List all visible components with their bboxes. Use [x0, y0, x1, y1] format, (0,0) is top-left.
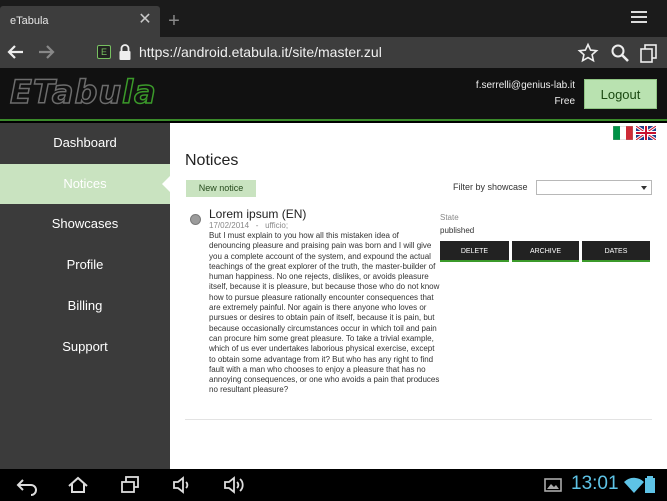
- etabula-logo: ETabula: [9, 72, 157, 112]
- logo-text: ETabu: [9, 72, 123, 112]
- sidebar-item-notices[interactable]: Notices: [0, 164, 170, 204]
- logout-button[interactable]: Logout: [584, 79, 657, 109]
- user-plan: Free: [554, 96, 575, 107]
- site-favicon-icon: E: [97, 45, 111, 59]
- notice-title[interactable]: Lorem ipsum (EN): [209, 207, 306, 221]
- filter-label: Filter by showcase: [453, 182, 528, 192]
- status-dot-icon[interactable]: [190, 214, 201, 225]
- sidebar-item-support[interactable]: Support: [0, 327, 170, 367]
- active-indicator-icon: [162, 176, 170, 192]
- sidebar-item-showcases[interactable]: Showcases: [0, 204, 170, 244]
- home-icon[interactable]: [66, 474, 90, 496]
- volume-down-icon[interactable]: [170, 474, 194, 496]
- chevron-down-icon: [641, 186, 647, 190]
- delete-button[interactable]: DELETE: [440, 241, 509, 262]
- sidebar-item-dashboard[interactable]: Dashboard: [0, 123, 170, 163]
- showcase-filter-select[interactable]: [536, 180, 652, 195]
- user-email: f.serrelli@genius-lab.it: [475, 80, 575, 91]
- sidebar-item-label: Notices: [63, 176, 107, 191]
- app-header: ETabula f.serrelli@genius-lab.it Free Lo…: [0, 68, 667, 121]
- notice-divider: [185, 419, 652, 420]
- state-value: published: [440, 226, 475, 235]
- sidebar-item-profile[interactable]: Profile: [0, 245, 170, 285]
- notice-meta: 17/02/2014 - ufficio;: [209, 221, 288, 230]
- sidebar: Dashboard Notices Showcases Profile Bill…: [0, 123, 170, 469]
- browser-tab-strip: eTabula ✕ +: [0, 0, 667, 37]
- tab-switcher-icon[interactable]: [638, 42, 660, 64]
- state-label: State: [440, 213, 459, 222]
- page-title: Notices: [185, 152, 239, 169]
- url-field[interactable]: https://android.etabula.it/site/master.z…: [139, 44, 382, 60]
- new-notice-button[interactable]: New notice: [186, 180, 256, 197]
- notice-body: But I must explain to you how all this m…: [209, 231, 440, 395]
- back-arrow-icon[interactable]: [5, 41, 27, 63]
- new-tab-button[interactable]: +: [162, 9, 186, 33]
- battery-icon: [643, 474, 657, 496]
- close-tab-icon[interactable]: ✕: [136, 11, 154, 29]
- forward-arrow-icon[interactable]: [35, 41, 57, 63]
- system-clock: 13:01: [571, 473, 619, 494]
- logo-accent-text: la: [121, 72, 157, 112]
- lock-icon[interactable]: [118, 43, 132, 61]
- archive-button[interactable]: ARCHIVE: [512, 241, 579, 262]
- dates-button[interactable]: DATES: [582, 241, 650, 262]
- browser-toolbar: E https://android.etabula.it/site/master…: [0, 37, 667, 68]
- notice-category: ufficio;: [265, 221, 289, 230]
- sidebar-item-billing[interactable]: Billing: [0, 286, 170, 326]
- bookmark-star-icon[interactable]: [577, 42, 599, 64]
- volume-up-icon[interactable]: [222, 474, 246, 496]
- notice-date: 17/02/2014: [209, 221, 250, 230]
- italian-flag-icon[interactable]: [612, 125, 634, 141]
- menu-icon[interactable]: [628, 8, 650, 28]
- english-flag-icon[interactable]: [635, 124, 657, 142]
- system-nav-bar: 13:01: [0, 469, 667, 500]
- screenshot-notification-icon: [541, 474, 565, 496]
- recent-apps-icon[interactable]: [118, 474, 142, 496]
- meta-separator: -: [255, 221, 259, 230]
- tab-title: eTabula: [10, 15, 49, 27]
- main-content: Notices New notice Filter by showcase Lo…: [170, 123, 667, 469]
- browser-tab[interactable]: eTabula ✕: [0, 6, 160, 37]
- search-icon[interactable]: [609, 42, 631, 64]
- back-icon[interactable]: [15, 474, 39, 496]
